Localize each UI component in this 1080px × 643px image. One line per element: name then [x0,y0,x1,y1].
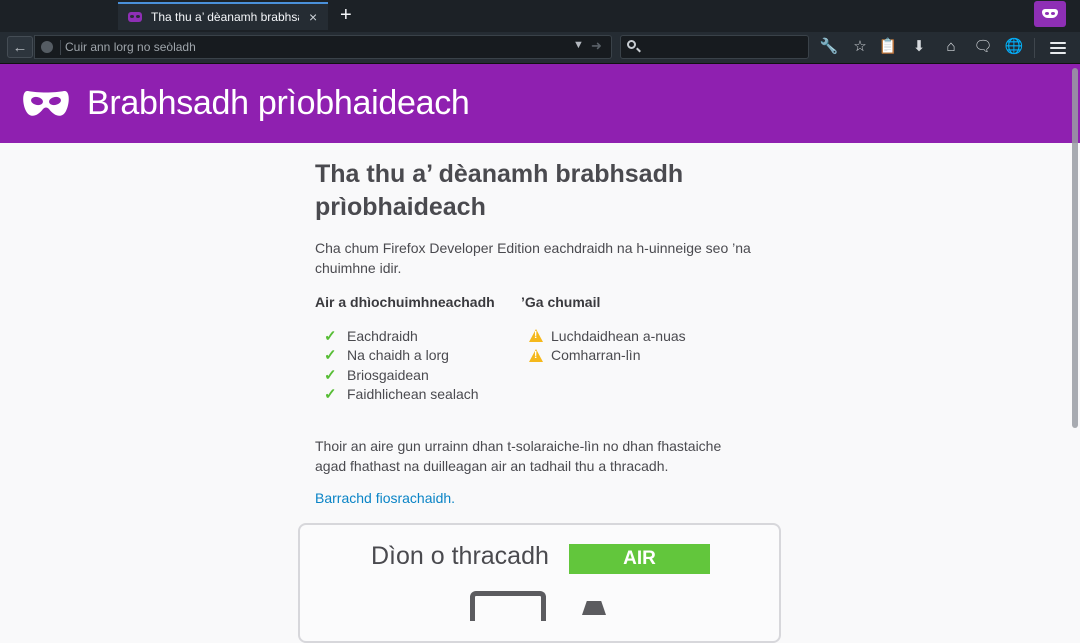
intro-text: Cha chum Firefox Developer Edition eachd… [315,240,751,276]
new-tab-button[interactable]: + [340,5,352,25]
back-button[interactable]: ← [7,36,33,58]
private-mask-favicon-icon [128,12,142,22]
privacy-columns: Air a dhìochuimhneachadh ✓ Eachdraidh ✓ Na… [315,294,785,424]
site-identity-icon[interactable] [41,41,53,53]
page-title: Brabhsadh prìobhaideach [87,84,470,122]
toolbar-separator [1034,38,1035,58]
chat-icon[interactable]: 🗨 [971,36,995,58]
checkmark-icon: ✓ [324,347,337,365]
tracking-protection-toggle[interactable]: AIR [569,544,710,574]
scrollbar-thumb[interactable] [1072,68,1078,428]
list-item: ✓ Briosgaidean [324,366,429,384]
tracking-protection-panel: Dìon o thracadh AIR [298,523,781,643]
tab-private-browsing[interactable]: Tha thu a’ dèanamh brabhsadh prìobhaidea… [118,2,328,30]
main-content: Tha thu a’ dèanamh brabhsadh prìobhaidea… [315,158,785,508]
wrench-icon[interactable]: 🔧 [817,36,841,58]
private-browsing-header: Brabhsadh prìobhaideach [0,64,1080,143]
tab-strip: Tha thu a’ dèanamh brabhsadh prìobhaidea… [0,0,1080,32]
checkmark-icon: ✓ [324,327,337,345]
kept-list: Luchdaidhean a-nuas Comharran-lìn [521,326,686,365]
checkmark-icon: ✓ [324,366,337,384]
home-icon[interactable]: ⌂ [939,36,963,58]
warning-icon [529,329,543,343]
list-item: Comharran-lìn [521,346,686,366]
navigation-toolbar: ← ▼ ➜ 🔧 ☆ 📋 ⬇ ⌂ 🗨 🌐 [0,32,1080,64]
star-icon[interactable]: ☆ [848,36,872,58]
list-item: ✓ Na chaidh a lorg [324,347,449,365]
forgotten-header: Air a dhìochuimhneachadh [315,294,495,310]
tab-title: Tha thu a’ dèanamh brabhsadh prìobhaidea… [151,10,299,24]
history-dropdown-icon[interactable]: ▼ [573,39,584,51]
kept-header: ’Ga chumail [521,294,601,310]
globe-icon[interactable]: 🌐 [1002,36,1026,58]
list-item: ✓ Faidhlichean sealach [324,386,479,404]
go-arrow-icon[interactable]: ➜ [591,38,602,54]
shield-illustration-icon [582,601,606,615]
tracking-protection-label: Dìon o thracadh [371,542,549,570]
warning-icon [529,348,543,362]
learn-more-link[interactable]: Barrachd fiosrachaidh. [315,490,455,506]
kept-column: ’Ga chumail Luchdaidhean a-nuas Comharra… [521,294,686,365]
download-icon[interactable]: ⬇ [907,36,931,58]
tracking-note: Thoir an aire gun urrainn dhan t-solarai… [315,438,722,474]
list-item: ✓ Eachdraidh [324,327,418,345]
private-browsing-indicator-icon [1034,1,1066,27]
browser-window-illustration-icon [470,591,546,621]
list-item: Luchdaidhean a-nuas [521,326,686,346]
checkmark-icon: ✓ [324,386,337,404]
search-bar[interactable] [620,35,809,59]
clipboard-icon[interactable]: 📋 [876,36,900,58]
hamburger-menu-icon[interactable] [1050,42,1066,54]
content-heading: Tha thu a’ dèanamh brabhsadh prìobhaidea… [315,160,684,221]
private-mask-icon [23,90,69,116]
tab-close-icon[interactable]: × [309,9,317,25]
search-input[interactable] [645,36,805,58]
forgotten-list: ✓ Eachdraidh ✓ Na chaidh a lorg ✓ Briosgaid… [315,326,495,404]
url-bar[interactable]: ▼ ➜ [34,35,612,59]
url-separator [60,40,61,55]
forgotten-column: Air a dhìochuimhneachadh ✓ Eachdraidh ✓ Na… [315,294,495,404]
url-input[interactable] [65,36,535,58]
search-icon [627,40,636,49]
